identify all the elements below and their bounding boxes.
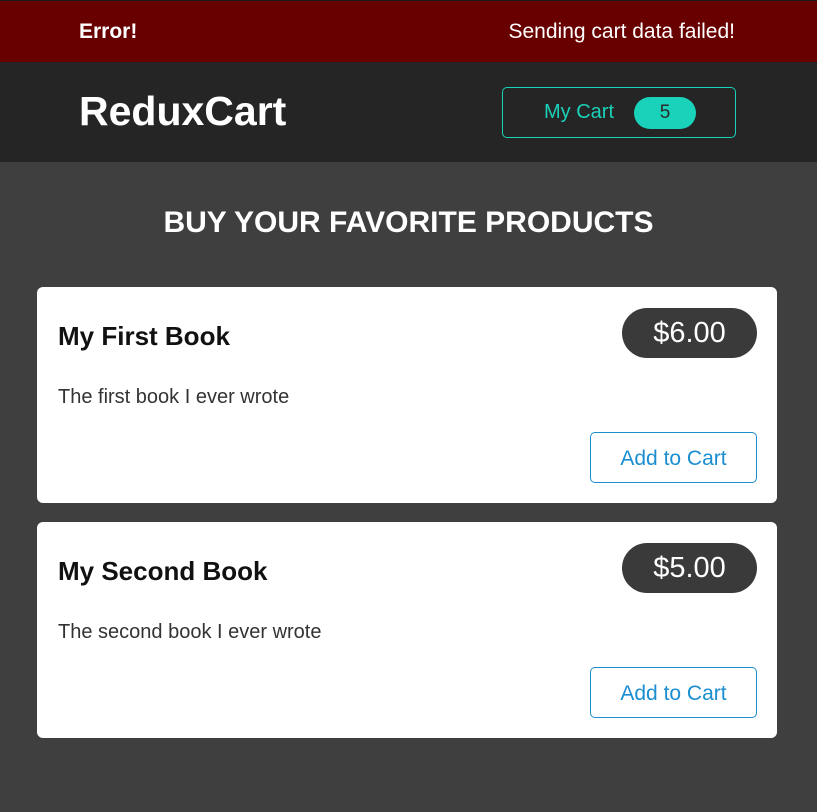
product-title: My Second Book <box>58 556 268 586</box>
product-description: The first book I ever wrote <box>58 386 290 408</box>
product-description: The second book I ever wrote <box>58 621 322 643</box>
products-heading: BUY YOUR FAVORITE PRODUCTS <box>163 206 654 239</box>
add-to-cart-button[interactable]: Add to Cart <box>590 432 757 483</box>
app-logo: ReduxCart <box>79 88 287 134</box>
add-to-cart-button[interactable]: Add to Cart <box>590 667 757 718</box>
product-title: My First Book <box>58 321 230 351</box>
product-price: $6.00 <box>622 308 757 358</box>
product-card: My First Book $6.00 The first book I eve… <box>37 287 777 503</box>
notification-message: Sending cart data failed! <box>508 20 736 43</box>
product-price: $5.00 <box>622 543 757 593</box>
error-notification: Error! Sending cart data failed! <box>0 0 817 62</box>
notification-title: Error! <box>79 20 138 43</box>
my-cart-button[interactable]: My Cart 5 <box>502 87 736 138</box>
cart-count-badge: 5 <box>634 97 696 129</box>
cart-button-label: My Cart <box>544 101 614 123</box>
main-header: ReduxCart My Cart 5 <box>0 62 817 162</box>
product-card: My Second Book $5.00 The second book I e… <box>37 522 777 738</box>
